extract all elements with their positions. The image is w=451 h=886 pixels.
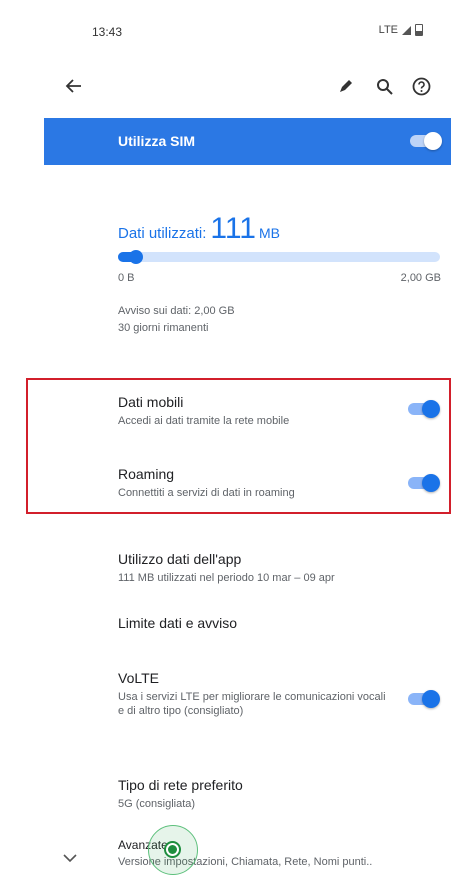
volte-row[interactable]: VoLTE Usa i servizi LTE per migliorare l… — [118, 670, 388, 718]
volte-toggle[interactable] — [406, 690, 440, 708]
data-warning-text: Avviso sui dati: 2,00 GB — [118, 305, 235, 317]
use-sim-banner[interactable]: Utilizza SIM — [44, 118, 451, 165]
roaming-subtitle: Connettiti a servizi di dati in roaming — [118, 487, 295, 499]
use-sim-label: Utilizza SIM — [118, 133, 196, 149]
toolbar — [0, 70, 451, 110]
back-arrow-icon[interactable] — [58, 70, 90, 102]
days-remaining-text: 30 giorni rimanenti — [118, 322, 209, 334]
roaming-title: Roaming — [118, 466, 175, 482]
app-usage-subtitle: 111 MB utilizzati nel periodo 10 mar – 0… — [118, 572, 335, 584]
volte-title: VoLTE — [118, 670, 159, 686]
data-usage-bar — [118, 250, 440, 264]
network-type-label: LTE — [378, 24, 398, 36]
mobile-data-toggle[interactable] — [406, 400, 440, 418]
bar-min-label: 0 B — [118, 272, 135, 284]
mobile-data-subtitle: Accedi ai dati tramite la rete mobile — [118, 415, 290, 427]
data-usage-summary: Dati utilizzati: 111 MB — [118, 212, 280, 246]
pencil-icon[interactable] — [330, 70, 362, 102]
chevron-down-icon[interactable] — [62, 850, 78, 868]
mobile-data-title: Dati mobili — [118, 394, 184, 410]
roaming-row[interactable]: Roaming Connettiti a servizi di dati in … — [118, 466, 418, 500]
use-sim-toggle[interactable] — [408, 132, 442, 150]
volte-subtitle: Usa i servizi LTE per migliorare le comu… — [118, 691, 386, 717]
status-time: 13:43 — [92, 25, 123, 39]
data-limit-title: Limite dati e avviso — [118, 615, 238, 631]
bar-max-label: 2,00 GB — [400, 272, 441, 284]
app-usage-row[interactable]: Utilizzo dati dell'app 111 MB utilizzati… — [118, 551, 418, 585]
roaming-toggle[interactable] — [406, 474, 440, 492]
data-usage-bar-marker — [128, 250, 143, 264]
battery-icon — [415, 24, 423, 36]
network-type-title: Tipo di rete preferito — [118, 777, 243, 793]
data-usage-amount: 111 — [210, 212, 256, 245]
data-usage-label: Dati utilizzati: — [118, 225, 207, 242]
app-usage-title: Utilizzo dati dell'app — [118, 551, 242, 567]
network-type-row[interactable]: Tipo di rete preferito 5G (consigliata) — [118, 777, 418, 811]
help-icon[interactable] — [405, 70, 437, 102]
status-icons: LTE — [379, 24, 423, 36]
mobile-data-row[interactable]: Dati mobili Accedi ai dati tramite la re… — [118, 394, 418, 428]
data-usage-unit: MB — [258, 225, 280, 241]
search-icon[interactable] — [368, 70, 400, 102]
status-bar: 13:43 LTE — [0, 0, 451, 60]
data-limit-row[interactable]: Limite dati e avviso — [118, 615, 418, 631]
network-type-subtitle: 5G (consigliata) — [118, 798, 196, 810]
signal-icon — [402, 25, 411, 35]
touch-indicator-icon — [148, 825, 198, 875]
